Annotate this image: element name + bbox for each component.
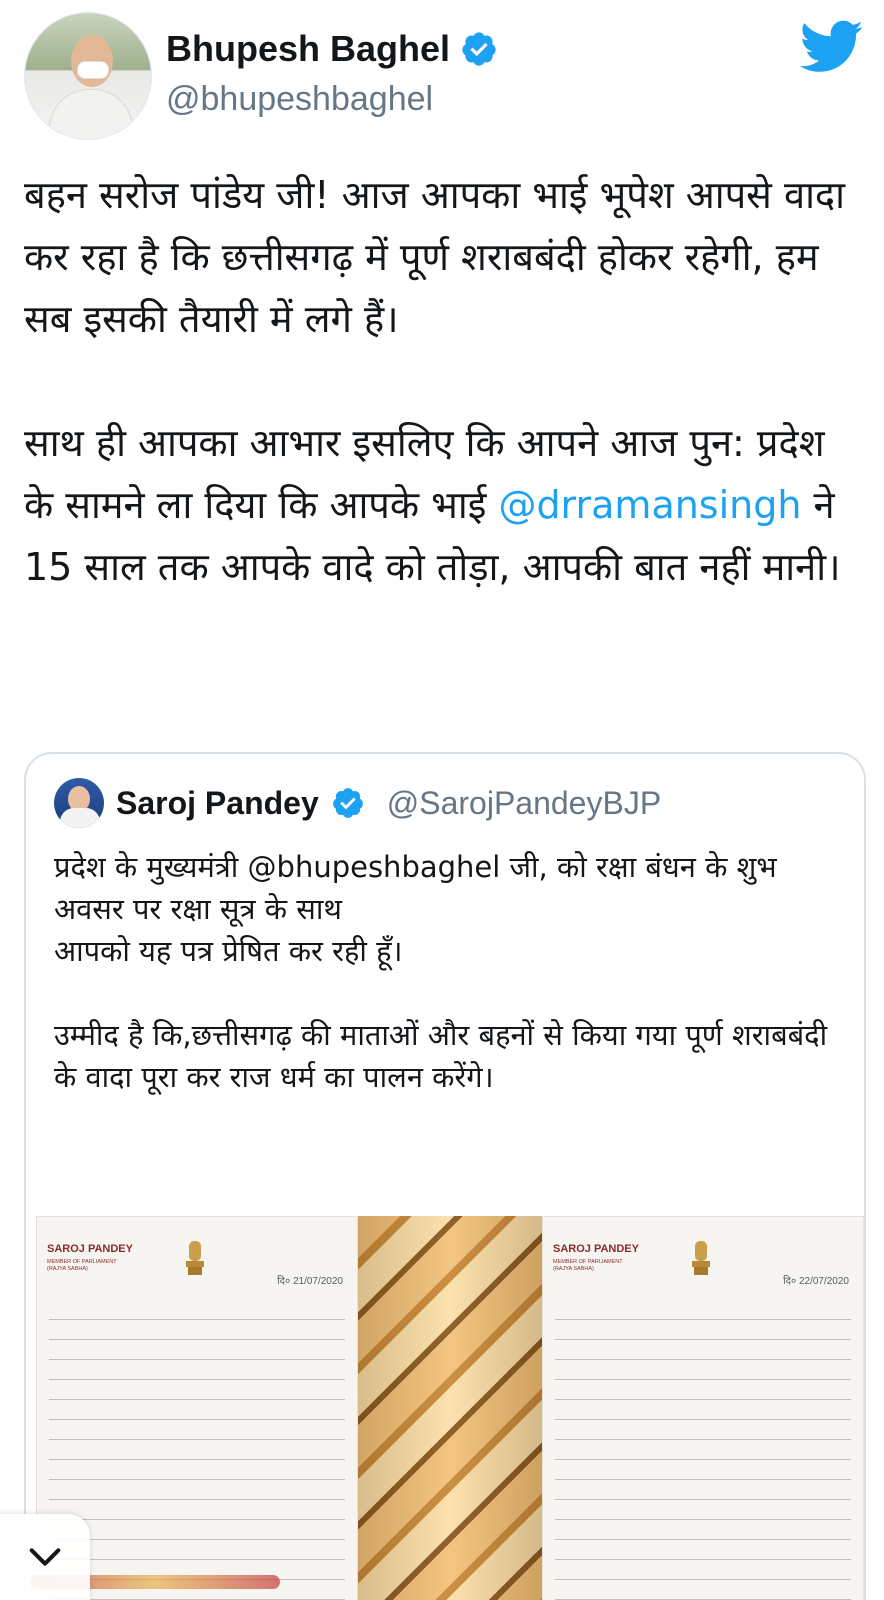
author-handle[interactable]: @bhupeshbaghel [166,80,433,119]
quoted-avatar-figure [60,808,100,828]
quoted-tweet-media[interactable]: SAROJ PANDEY MEMBER OF PARLIAMENT (RAJYA… [36,1216,864,1600]
quoted-tweet-body: प्रदेश के मुख्यमंत्री @bhupeshbaghel जी,… [54,850,828,1094]
tweet-body: बहन सरोज पांडेय जी! आज आपका भाई भूपेश आप… [24,164,864,598]
mention-link[interactable]: @drramansingh [498,483,801,527]
letter-image-right[interactable]: SAROJ PANDEY MEMBER OF PARLIAMENT (RAJYA… [542,1216,864,1600]
quoted-author-avatar[interactable] [54,778,104,828]
tweet-header: Bhupesh Baghel @bhupeshbaghel [24,12,864,142]
avatar-figure-mask [77,61,109,79]
author-avatar[interactable] [24,12,152,140]
letter-date: दि० 22/07/2020 [783,1276,849,1287]
avatar-figure-body [49,89,133,139]
letter-handwritten-text [49,1307,345,1600]
author-display-name[interactable]: Bhupesh Baghel [166,28,450,70]
letterhead-name: SAROJ PANDEY [47,1243,133,1255]
tweet-text-part1: बहन सरोज पांडेय जी! आज आपका भाई भूपेश आप… [24,173,845,527]
letter-date: दि० 21/07/2020 [277,1276,343,1287]
national-emblem-icon [692,1241,710,1275]
twitter-bird-icon [800,20,863,72]
rakhi-photo-shading [358,1216,542,1600]
verified-badge-icon [462,32,496,66]
quoted-tweet-card[interactable]: Saroj Pandey @SarojPandeyBJP प्रदेश के म… [24,752,866,1600]
chevron-down-icon [29,1548,61,1566]
letterhead-subtitle: MEMBER OF PARLIAMENT (RAJYA SABHA) [553,1259,623,1272]
quoted-tweet-header: Saroj Pandey @SarojPandeyBJP [54,778,661,828]
letterhead-subtitle: MEMBER OF PARLIAMENT (RAJYA SABHA) [47,1259,117,1272]
collapse-button[interactable] [0,1514,90,1600]
national-emblem-icon [186,1241,204,1275]
letterhead-name: SAROJ PANDEY [553,1243,639,1255]
quoted-author-handle[interactable]: @SarojPandeyBJP [387,785,661,822]
author-name-row: Bhupesh Baghel [166,28,498,70]
rakhi-photo[interactable] [358,1216,542,1600]
quoted-verified-badge-icon [332,788,363,818]
quoted-author-display-name[interactable]: Saroj Pandey [116,785,319,822]
letter-handwritten-text [555,1307,851,1600]
